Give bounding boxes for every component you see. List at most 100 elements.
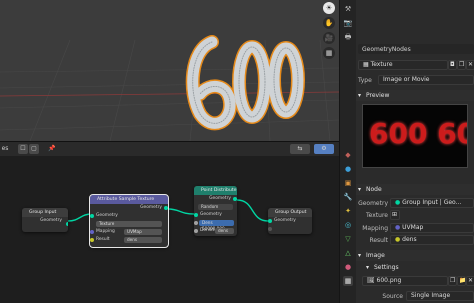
- texture-field[interactable]: Texture: [96, 221, 162, 227]
- geometry-link-field[interactable]: ● Group Input | Geo...: [390, 198, 474, 208]
- geometry-socket[interactable]: [164, 206, 168, 210]
- physics-tab-icon[interactable]: ◎: [343, 220, 353, 230]
- node-tree-name: GeometryNodes: [362, 46, 411, 53]
- image-open-button[interactable]: 📁: [457, 276, 466, 286]
- image-panel-header[interactable]: ▾ Image: [356, 250, 474, 261]
- empty-socket-row: [268, 225, 312, 233]
- socket-label: Geometry: [40, 218, 62, 223]
- geometry-socket[interactable]: [233, 197, 237, 201]
- panel-title: Settings: [374, 264, 399, 271]
- chevron-down-icon: ▾: [358, 252, 362, 259]
- texture-preview: 600 60: [362, 104, 468, 168]
- attribute-sample-texture-node[interactable]: Attribute Sample Texture Geometry Geomet…: [89, 194, 169, 248]
- image-unlink-button[interactable]: ✕: [466, 276, 474, 286]
- grid-view-icon[interactable]: ▦: [323, 47, 335, 59]
- geometry-node-editor[interactable]: es ☐ ▢ 📌 ⇆ ⚙ Group Input Geometry Attrib…: [0, 141, 339, 303]
- node-title: Point Distribute: [194, 186, 237, 195]
- preview-panel-header[interactable]: ▾ Preview: [356, 90, 474, 101]
- geometry-socket[interactable]: [90, 214, 94, 218]
- source-dropdown[interactable]: Single Image: [406, 291, 474, 301]
- socket-label: Geometry: [209, 196, 231, 201]
- group-input-node[interactable]: Group Input Geometry: [22, 208, 68, 232]
- density-row: Densit... dens: [194, 227, 237, 235]
- particles-tab-icon[interactable]: ✦: [343, 206, 353, 216]
- constraints-tab-icon[interactable]: ▽: [343, 234, 353, 244]
- light-icon[interactable]: ☀: [323, 2, 335, 14]
- geometry-socket[interactable]: [66, 222, 68, 226]
- preview-text: 600 60: [369, 117, 468, 150]
- type-dropdown[interactable]: Image or Movie: [378, 75, 474, 85]
- result-field[interactable]: ● dens: [390, 235, 474, 245]
- output-tab-icon[interactable]: 🖶: [343, 32, 353, 42]
- geometry-socket[interactable]: [194, 213, 198, 217]
- 3d-viewport[interactable]: ☀ ✋ 🎥 ▦: [0, 0, 339, 141]
- image-icon: 🖼: [367, 277, 377, 284]
- link-texture-to-distribute: [167, 208, 195, 215]
- settings-panel-header[interactable]: ▾ Settings: [356, 262, 474, 273]
- socket-label: Mapping: [96, 229, 115, 234]
- mapping-field[interactable]: UVMap: [124, 229, 162, 235]
- density-field[interactable]: dens: [215, 228, 234, 234]
- panel-title: Image: [366, 252, 385, 259]
- fake-user-button[interactable]: ◘: [448, 60, 457, 70]
- material-tab-icon[interactable]: ●: [343, 262, 353, 272]
- texture-datablock[interactable]: ▦ Texture: [358, 60, 448, 70]
- world-tab-icon[interactable]: ●: [343, 164, 353, 174]
- object-tab-icon[interactable]: ▣: [343, 178, 353, 188]
- scene-tab-icon[interactable]: ◆: [343, 150, 353, 160]
- image-duplicate-button[interactable]: ❐: [448, 276, 457, 286]
- float-socket[interactable]: [194, 221, 198, 225]
- node-title: Group Output: [268, 208, 312, 217]
- vector-socket[interactable]: [90, 230, 94, 234]
- float-socket[interactable]: [194, 229, 198, 233]
- node-tree-bar[interactable]: GeometryNodes: [358, 44, 474, 54]
- text-object-600[interactable]: [180, 22, 310, 137]
- pan-hand-icon[interactable]: ✋: [323, 17, 335, 29]
- texture-label: Texture: [366, 212, 388, 219]
- input-geometry: Geometry: [268, 217, 312, 225]
- field-value: Group Input | Geo...: [402, 199, 462, 206]
- mapping-row: Mapping UVMap: [90, 228, 168, 236]
- blender-window: ☀ ✋ 🎥 ▦ es ☐ ▢ 📌 ⇆ ⚙ Group Input Geometr…: [0, 0, 474, 303]
- render-tab-icon[interactable]: 📷: [343, 18, 353, 28]
- data-tab-icon[interactable]: △: [343, 248, 353, 258]
- node-panel-header[interactable]: ▾ Node: [356, 184, 474, 195]
- source-label: Source: [382, 293, 403, 300]
- modifier-tab-icon[interactable]: 🔧: [343, 192, 353, 202]
- result-field[interactable]: dens: [124, 237, 162, 243]
- chevron-down-icon: ▾: [366, 264, 370, 271]
- mapping-field[interactable]: ● UVMap: [390, 223, 474, 233]
- geometry-socket[interactable]: [268, 219, 272, 223]
- texture-link-field[interactable]: ⊞: [390, 210, 400, 220]
- dens-field[interactable]: Dens 50000.000: [199, 220, 234, 231]
- link-groupinput-to-texture: [67, 213, 93, 222]
- link-distribute-to-output: [236, 199, 269, 222]
- chevron-down-icon: ▾: [358, 92, 362, 99]
- image-datablock[interactable]: 🖼 600.png: [362, 276, 448, 286]
- color-socket[interactable]: [90, 238, 94, 242]
- mode-row: Random: [194, 203, 237, 211]
- properties-editor: ⚒ 📷 🖶 ◆ ● ▣ 🔧 ✦ ◎ ▽ △ ● ▦ GeometryNodes …: [339, 0, 474, 303]
- field-value: UVMap: [402, 224, 424, 231]
- mapping-label: Mapping: [362, 225, 388, 232]
- mode-dropdown[interactable]: Random: [198, 204, 233, 210]
- group-output-node[interactable]: Group Output Geometry: [268, 208, 312, 234]
- unlink-button[interactable]: ✕: [466, 60, 474, 70]
- properties-content: GeometryNodes ▦ Texture ◘ ❐ ✕ Type Image…: [356, 0, 474, 303]
- socket-label: Geometry: [274, 218, 296, 223]
- texture-tab-icon[interactable]: ▦: [343, 276, 353, 286]
- point-distribute-node[interactable]: Point Distribute Geometry Random Geometr…: [194, 186, 237, 236]
- input-geometry: Geometry: [194, 211, 237, 219]
- panel-title: Node: [366, 186, 382, 193]
- input-geometry: Geometry: [90, 212, 168, 220]
- dens-row: Dens 50000.000: [194, 219, 237, 231]
- viewport-gizmo-column: ☀ ✋ 🎥 ▦: [319, 0, 339, 141]
- duplicate-button[interactable]: ❐: [457, 60, 466, 70]
- camera-icon[interactable]: 🎥: [323, 32, 335, 44]
- output-geometry: Geometry: [22, 217, 68, 225]
- geometry-label: Geometry: [358, 200, 388, 207]
- empty-socket[interactable]: [268, 227, 272, 231]
- texture-name: Texture: [370, 61, 393, 68]
- tool-tab-icon[interactable]: ⚒: [343, 4, 353, 14]
- field-value: dens: [402, 236, 417, 243]
